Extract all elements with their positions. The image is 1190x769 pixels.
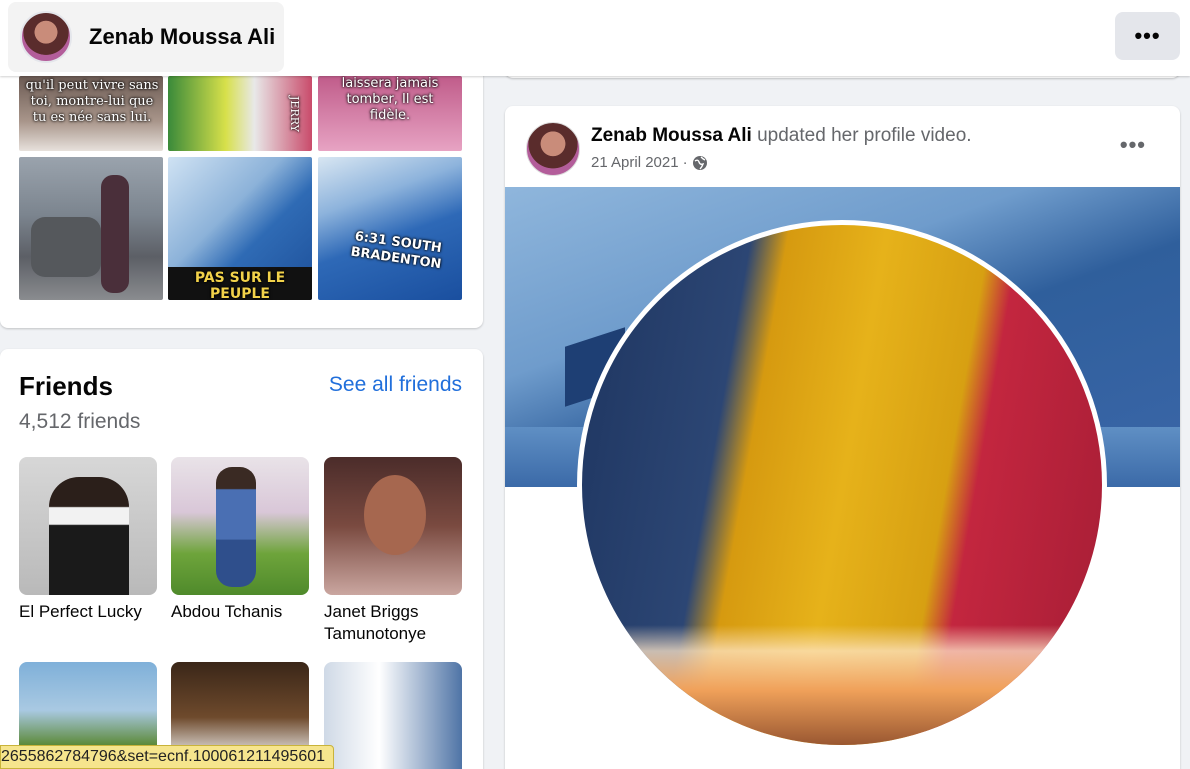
flag-sky-glow [582, 625, 1102, 745]
photo-tile[interactable] [19, 157, 163, 300]
person-shape [49, 477, 129, 595]
photo-tile[interactable]: qu'il peut vivre sans toi, montre-lui qu… [19, 76, 163, 151]
friends-card: Friends See all friends 4,512 friends El… [0, 349, 483, 769]
person-shape [101, 175, 129, 293]
profile-name: Zenab Moussa Ali [89, 24, 276, 49]
friend-name[interactable]: El Perfect Lucky [19, 601, 169, 623]
person-shape [216, 467, 256, 587]
see-all-friends-link[interactable]: See all friends [329, 373, 462, 397]
photo-tile[interactable]: 6:31 SOUTH BRADENTON [318, 157, 462, 300]
globe-icon [692, 155, 707, 170]
photo-caption: laissera jamais tomber, Il est fidèle. [341, 76, 439, 123]
profile-video-circle[interactable] [577, 220, 1107, 750]
profile-sticky-header: Zenab Moussa Ali ••• [0, 0, 1190, 76]
post-meta: 21 April 2021 · [591, 154, 708, 171]
friend-name[interactable]: Janet Briggs Tamunotonye [324, 601, 474, 645]
friend-photo[interactable] [324, 457, 462, 595]
post-author-name[interactable]: Zenab Moussa Ali [591, 125, 752, 146]
profile-chip[interactable]: Zenab Moussa Ali [8, 2, 284, 72]
post-more-options-button[interactable]: ••• [1120, 132, 1146, 158]
friend-photo[interactable] [324, 662, 462, 769]
person-shape [364, 475, 426, 555]
photo-caption: 6:31 SOUTH BRADENTON [349, 229, 443, 273]
profile-avatar [20, 11, 72, 63]
photo-caption: PAS SUR LE PEUPLE [168, 267, 312, 300]
car-shape [31, 217, 101, 277]
post-date[interactable]: 21 April 2021 [591, 154, 679, 171]
post-header: Zenab Moussa Ali updated her profile vid… [591, 125, 972, 147]
more-options-button[interactable]: ••• [1115, 12, 1180, 60]
friend-name[interactable]: Abdou Tchanis [171, 601, 321, 623]
post-card: Zenab Moussa Ali updated her profile vid… [505, 106, 1180, 769]
friend-photo[interactable] [19, 457, 157, 595]
friends-count: 4,512 friends [19, 410, 141, 433]
post-author-avatar[interactable] [526, 122, 580, 176]
status-url-tooltip: 2655862784796&set=ecnf.100061211495601 [0, 745, 335, 769]
photo-tile[interactable]: PAS SUR LE PEUPLE [168, 157, 312, 300]
photo-tile[interactable]: laissera jamais tomber, Il est fidèle. [318, 76, 462, 151]
meta-separator: · [682, 154, 688, 171]
photo-caption: JERRY [288, 96, 301, 132]
friend-photo[interactable] [171, 457, 309, 595]
photo-tile[interactable]: JERRY [168, 76, 312, 151]
photo-caption: qu'il peut vivre sans toi, montre-lui qu… [25, 78, 159, 125]
post-action-text: updated her profile video. [757, 125, 972, 146]
friends-title: Friends [19, 371, 113, 401]
